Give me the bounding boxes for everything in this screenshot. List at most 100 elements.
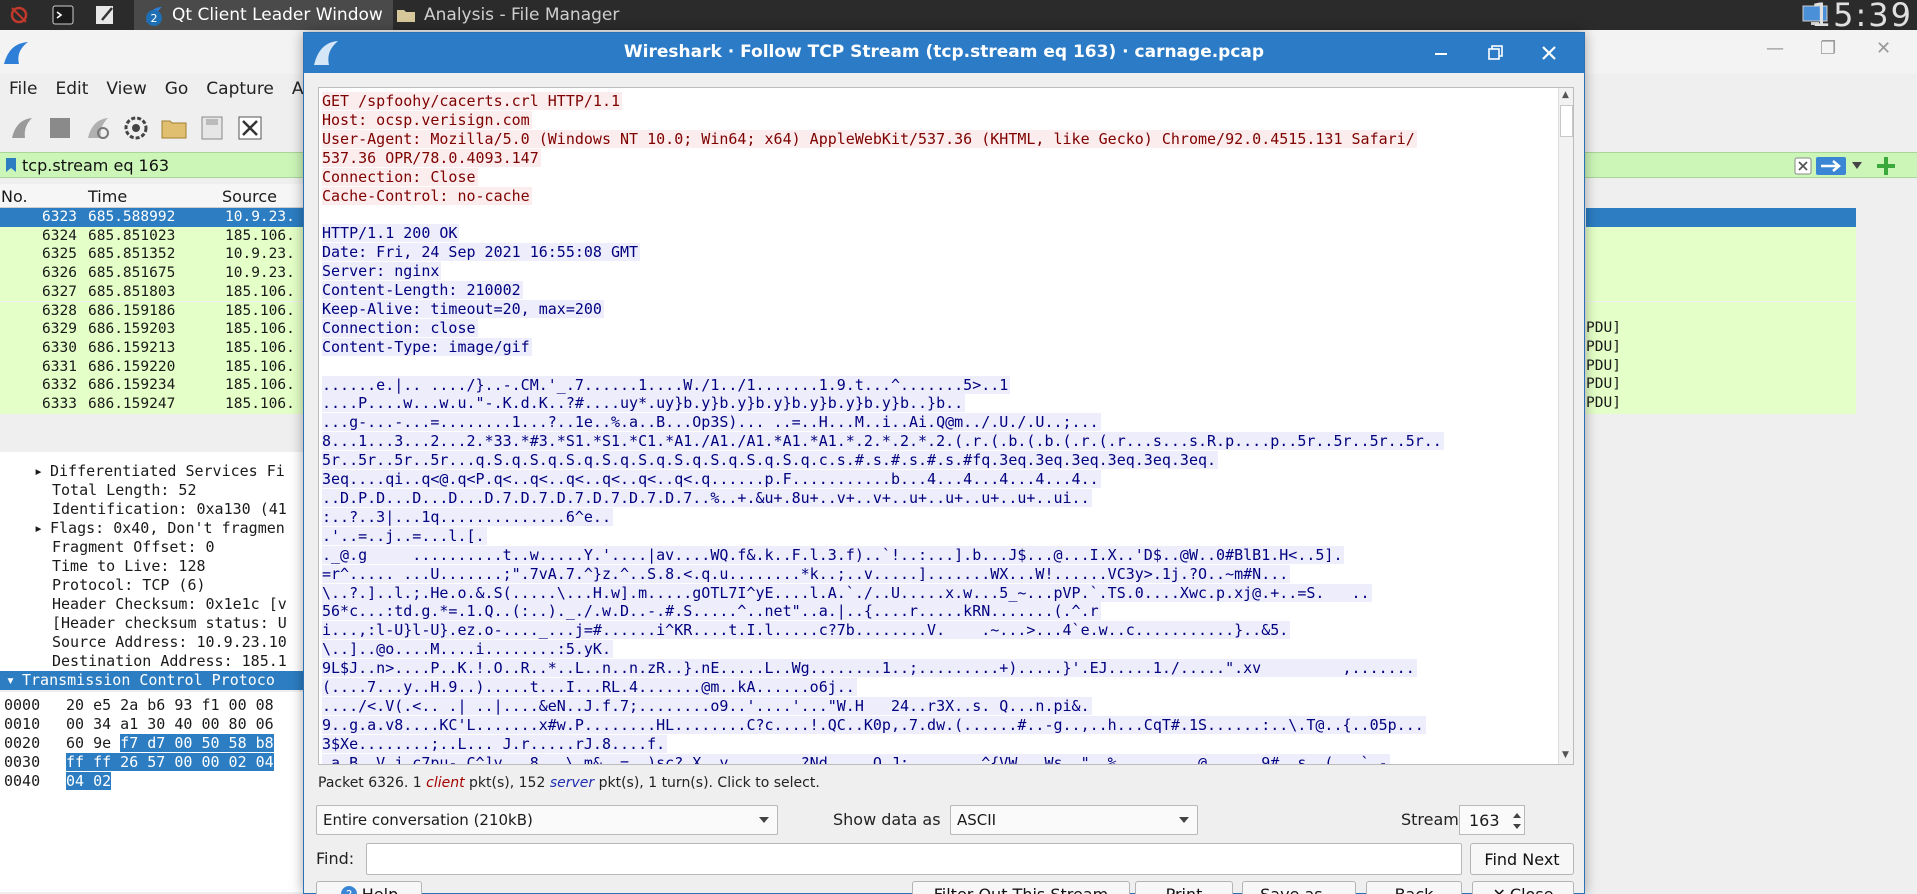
detail-row[interactable]: ▸ Flags: 0x40, Don't fragmen xyxy=(34,519,285,538)
show-data-select[interactable]: ASCII xyxy=(950,805,1198,835)
menu-file[interactable]: File xyxy=(0,79,46,99)
stream-line[interactable]: ..../<.V(.<.. .| ..|....&eN..J.f.7;.....… xyxy=(322,696,1557,716)
save-as-button[interactable]: Save as... xyxy=(1242,881,1356,894)
packet-info-cell[interactable]: PDU] xyxy=(1586,320,1856,339)
col-no[interactable]: No. xyxy=(1,187,28,206)
stream-line[interactable]: Connection: Close xyxy=(322,167,1557,187)
packet-row[interactable]: 6328 686.159186 185.106. xyxy=(0,301,310,321)
find-input[interactable] xyxy=(366,843,1462,875)
stream-line[interactable]: ...g-...-...=........1...?..1e..%.a..B..… xyxy=(322,413,1557,432)
stream-line[interactable]: (....7...y..H.9..).....t...I...RL.4.....… xyxy=(322,678,1557,697)
stream-line[interactable]: \..]..@o....M....i........:5.yK. xyxy=(322,640,1557,659)
stream-line[interactable]: ......e.|.. ..../}..-.CM.'_.7......1....… xyxy=(322,375,1557,395)
stream-line[interactable]: \..?.]..l.;.He.o.&.S(.....\...H.w].m....… xyxy=(322,583,1557,603)
add-filter-button-icon[interactable] xyxy=(1876,156,1896,176)
stream-line[interactable]: 5r..5r..5r..5r...q.S.q.S.q.S.q.S.q.S.q.S… xyxy=(322,451,1557,470)
stream-line[interactable]: ....P....w...w.u."-.K.d.K..?#....uy*.uy}… xyxy=(322,394,1557,413)
stream-line[interactable]: 9L$J..n>....P..K.!.O..R..*..L..n..n.zR..… xyxy=(322,659,1557,678)
spin-down-icon[interactable] xyxy=(1513,824,1521,829)
packet-info-cell[interactable] xyxy=(1586,208,1856,227)
detail-row[interactable]: Time to Live: 128 xyxy=(52,557,206,576)
detail-row[interactable]: Header Checksum: 0x1e1c [v xyxy=(52,595,287,614)
stream-line[interactable]: Host: ocsp.verisign.com xyxy=(322,110,1557,130)
packet-row[interactable]: 6323 685.588992 10.9.23. xyxy=(0,208,310,227)
packet-info-cell[interactable] xyxy=(1586,264,1856,283)
stream-line[interactable]: 3eq....qi..q<@.q<P.q<..q<..q<..q<..q<..q… xyxy=(322,470,1557,489)
stream-line[interactable]: =r^..... ...U.......;".7vA.7.^}z.^..S.8.… xyxy=(322,564,1557,584)
capture-options-icon[interactable] xyxy=(122,114,150,142)
packet-info-cell[interactable]: PDU] xyxy=(1586,357,1856,377)
stream-number-spinbox[interactable]: 163 xyxy=(1459,805,1525,835)
back-button[interactable]: Back xyxy=(1366,881,1462,894)
menu-edit[interactable]: Edit xyxy=(46,79,97,99)
scroll-up-icon[interactable]: ▲ xyxy=(1562,90,1569,100)
packet-info-cell[interactable] xyxy=(1586,226,1856,246)
menu-go[interactable]: Go xyxy=(156,79,198,99)
expand-arrow-icon[interactable]: ▸ xyxy=(34,462,50,480)
expand-arrow-icon[interactable]: ▾ xyxy=(6,671,22,689)
app-menu-icon[interactable] xyxy=(6,2,32,28)
open-file-icon[interactable] xyxy=(160,114,188,142)
stream-summary[interactable]: Packet 6326. 1 client pkt(s), 152 server… xyxy=(318,775,820,791)
expand-arrow-icon[interactable]: ▸ xyxy=(34,519,50,537)
stream-line[interactable]: Cache-Control: no-cache xyxy=(322,186,1557,206)
bookmark-icon[interactable] xyxy=(5,157,17,173)
stream-content[interactable]: GET /spfoohy/cacerts.crl HTTP/1.1 Host: o… xyxy=(318,87,1574,765)
stream-scrollbar[interactable]: ▲ ▼ xyxy=(1558,88,1573,764)
packet-info-cell[interactable] xyxy=(1586,245,1856,265)
stop-capture-icon[interactable] xyxy=(46,114,74,142)
filter-dropdown-icon[interactable] xyxy=(1852,162,1862,170)
col-source[interactable]: Source xyxy=(222,187,277,206)
stream-line[interactable]: 8...1...3...2...2.*33.*#3.*S1.*S1.*C1.*A… xyxy=(322,432,1557,451)
print-button[interactable]: Print xyxy=(1135,881,1233,894)
main-maximize-icon[interactable]: ❐ xyxy=(1820,38,1836,59)
restart-capture-icon[interactable] xyxy=(84,114,112,142)
stream-line[interactable]: Date: Fri, 24 Sep 2021 16:55:08 GMT xyxy=(322,243,1557,262)
main-close-icon[interactable]: ✕ xyxy=(1876,38,1891,59)
filter-out-stream-button[interactable]: Filter Out This Stream xyxy=(912,881,1130,894)
stream-line[interactable]: i...,:l-U}l-U}.ez.o-...._...j=#......i^K… xyxy=(322,621,1557,640)
stream-line[interactable]: ..D.P.D...D...D...D.7.D.7.D.7.D.7.D.7.D.… xyxy=(322,489,1557,508)
packet-row[interactable]: 6327 685.851803 185.106. xyxy=(0,282,310,302)
menu-capture[interactable]: Capture xyxy=(197,79,283,99)
scroll-down-icon[interactable]: ▼ xyxy=(1562,750,1569,760)
dialog-maximize-icon[interactable] xyxy=(1481,38,1511,68)
packet-row[interactable]: 6330 686.159213 185.106. xyxy=(0,338,310,358)
stream-line[interactable]: Keep-Alive: timeout=20, max=200 xyxy=(322,299,1557,319)
detail-row[interactable]: Total Length: 52 xyxy=(52,481,197,500)
stream-line[interactable]: 56*c...:td.g.*=.1.Q..(:..)._./.w.D..-.#.… xyxy=(322,602,1557,621)
stream-line[interactable]: ._@.g ..........t..w.....Y.'....|av....W… xyxy=(322,545,1557,565)
packet-row[interactable]: 6324 685.851023 185.106. xyxy=(0,226,310,246)
stream-line[interactable]: Connection: close xyxy=(322,318,1557,338)
menu-view[interactable]: View xyxy=(97,79,155,99)
dialog-close-icon[interactable] xyxy=(1534,38,1564,68)
help-button[interactable]: ? Help xyxy=(316,881,422,894)
main-minimize-icon[interactable]: — xyxy=(1766,38,1784,59)
stream-line[interactable]: Content-Length: 210002 xyxy=(322,281,1557,300)
detail-row[interactable]: Identification: 0xa130 (41 xyxy=(52,500,287,519)
detail-row[interactable]: Destination Address: 185.1 xyxy=(52,652,287,671)
find-next-button[interactable]: Find Next xyxy=(1470,843,1574,875)
packet-row[interactable]: 6326 685.851675 10.9.23. xyxy=(0,264,310,283)
detail-row[interactable]: Source Address: 10.9.23.10 xyxy=(52,633,287,652)
close-file-icon[interactable] xyxy=(236,114,264,142)
packet-row[interactable]: 6331 686.159220 185.106. xyxy=(0,357,310,377)
task-qt-client[interactable]: Qt Client Leader Window xyxy=(134,0,393,30)
stream-line[interactable]: :..?..3|...1q..............6^e.. xyxy=(322,507,1557,527)
packet-info-cell[interactable] xyxy=(1586,301,1856,321)
packet-row[interactable]: 6325 685.851352 10.9.23. xyxy=(0,245,310,265)
stream-line[interactable]: 9..g.a.v8....KC'L.......x#w.P........HL.… xyxy=(322,715,1557,735)
stream-line[interactable]: Server: nginx xyxy=(322,262,1557,281)
start-capture-icon[interactable] xyxy=(8,114,36,142)
stream-line[interactable]: 537.36 OPR/78.0.4093.147 xyxy=(322,148,1557,168)
col-time[interactable]: Time xyxy=(88,187,127,206)
display-filter-input[interactable] xyxy=(22,153,302,177)
packet-info-cell[interactable]: PDU] xyxy=(1586,338,1856,358)
clear-filter-icon[interactable] xyxy=(1794,157,1812,175)
text-editor-icon[interactable] xyxy=(92,2,118,28)
stream-line[interactable]: User-Agent: Mozilla/5.0 (Windows NT 10.0… xyxy=(322,129,1557,149)
scroll-thumb[interactable] xyxy=(1560,105,1573,137)
stream-line[interactable]: HTTP/1.1 200 OK xyxy=(322,224,1557,243)
stream-line[interactable]: GET /spfoohy/cacerts.crl HTTP/1.1 xyxy=(322,92,1557,111)
conversation-select[interactable]: Entire conversation (210kB) xyxy=(316,805,778,835)
